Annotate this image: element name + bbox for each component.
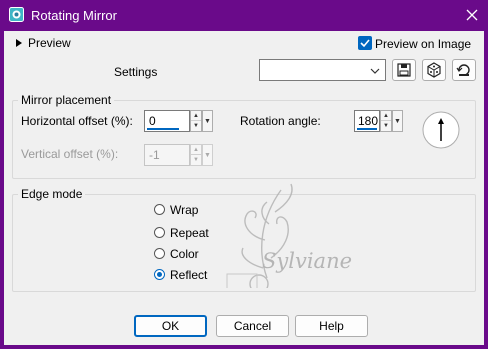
horizontal-offset-dropdown[interactable]: ▼ xyxy=(202,110,213,132)
triangle-down-icon: ▼ xyxy=(204,151,211,159)
preview-on-image-label: Preview on Image xyxy=(375,37,472,51)
radio-color[interactable] xyxy=(154,248,165,259)
window-title: Rotating Mirror xyxy=(31,8,117,23)
radio-color-label[interactable]: Color xyxy=(170,247,199,261)
horizontal-offset-spinner[interactable]: ▲ ▼ xyxy=(190,110,202,132)
checkmark-icon xyxy=(360,39,370,48)
watermark-text: Sylviane xyxy=(262,249,353,273)
settings-label: Settings xyxy=(114,65,158,79)
radio-repeat[interactable] xyxy=(154,227,165,238)
mirror-placement-title: Mirror placement xyxy=(18,93,115,107)
angle-dial[interactable] xyxy=(422,111,460,149)
spin-up-icon[interactable]: ▲ xyxy=(191,145,201,155)
vertical-offset-input[interactable]: -1 xyxy=(144,144,190,166)
reset-icon xyxy=(456,64,470,76)
reset-button[interactable] xyxy=(452,59,476,81)
spin-down-icon[interactable]: ▼ xyxy=(191,155,201,165)
horizontal-offset-label: Horizontal offset (%): xyxy=(21,114,133,128)
triangle-right-icon xyxy=(16,39,22,47)
preview-on-image-checkbox[interactable] xyxy=(358,36,372,50)
spin-up-icon[interactable]: ▲ xyxy=(381,111,391,121)
angle-dial-icon xyxy=(422,111,460,149)
rotation-angle-input[interactable]: 180 xyxy=(354,110,380,132)
close-button[interactable] xyxy=(460,4,484,26)
radio-reflect-label[interactable]: Reflect xyxy=(170,268,207,282)
vertical-offset-dropdown[interactable]: ▼ xyxy=(202,144,213,166)
ok-button[interactable]: OK xyxy=(134,315,207,337)
spin-up-icon[interactable]: ▲ xyxy=(191,111,201,121)
settings-combobox[interactable] xyxy=(259,59,386,81)
horizontal-offset-input[interactable]: 0 xyxy=(144,110,190,132)
dialog-client-area: Preview Preview on Image Settings Mirror… xyxy=(4,31,484,345)
radio-repeat-label[interactable]: Repeat xyxy=(170,226,209,240)
help-button[interactable]: Help xyxy=(295,315,368,337)
radio-wrap-label[interactable]: Wrap xyxy=(170,203,198,217)
save-preset-button[interactable] xyxy=(392,59,416,81)
spin-down-icon[interactable]: ▼ xyxy=(191,121,201,131)
randomize-icon xyxy=(427,62,441,78)
randomize-button[interactable] xyxy=(422,59,446,81)
close-icon xyxy=(466,9,478,21)
spin-down-icon[interactable]: ▼ xyxy=(381,121,391,131)
save-icon xyxy=(397,63,411,77)
rotation-angle-spinner[interactable]: ▲ ▼ xyxy=(380,110,392,132)
horizontal-offset-value: 0 xyxy=(149,114,156,128)
vertical-offset-value: -1 xyxy=(149,148,160,162)
preview-toggle-label: Preview xyxy=(28,36,71,50)
triangle-down-icon: ▼ xyxy=(394,117,401,125)
chevron-down-icon xyxy=(370,68,380,74)
radio-wrap[interactable] xyxy=(154,204,165,215)
wrap-label-text: Wrap xyxy=(170,203,199,217)
triangle-down-icon: ▼ xyxy=(204,117,211,125)
rotation-angle-value: 180 xyxy=(358,114,379,128)
vertical-offset-label: Vertical offset (%): xyxy=(21,147,119,161)
cancel-button[interactable]: Cancel xyxy=(216,315,289,337)
app-icon xyxy=(9,7,24,22)
radio-reflect[interactable] xyxy=(154,269,165,280)
edge-mode-title: Edge mode xyxy=(18,187,86,201)
rotation-angle-label: Rotation angle: xyxy=(240,114,321,128)
rotation-angle-dropdown[interactable]: ▼ xyxy=(392,110,403,132)
vertical-offset-spinner[interactable]: ▲ ▼ xyxy=(190,144,202,166)
mirror-placement-group xyxy=(12,100,476,179)
